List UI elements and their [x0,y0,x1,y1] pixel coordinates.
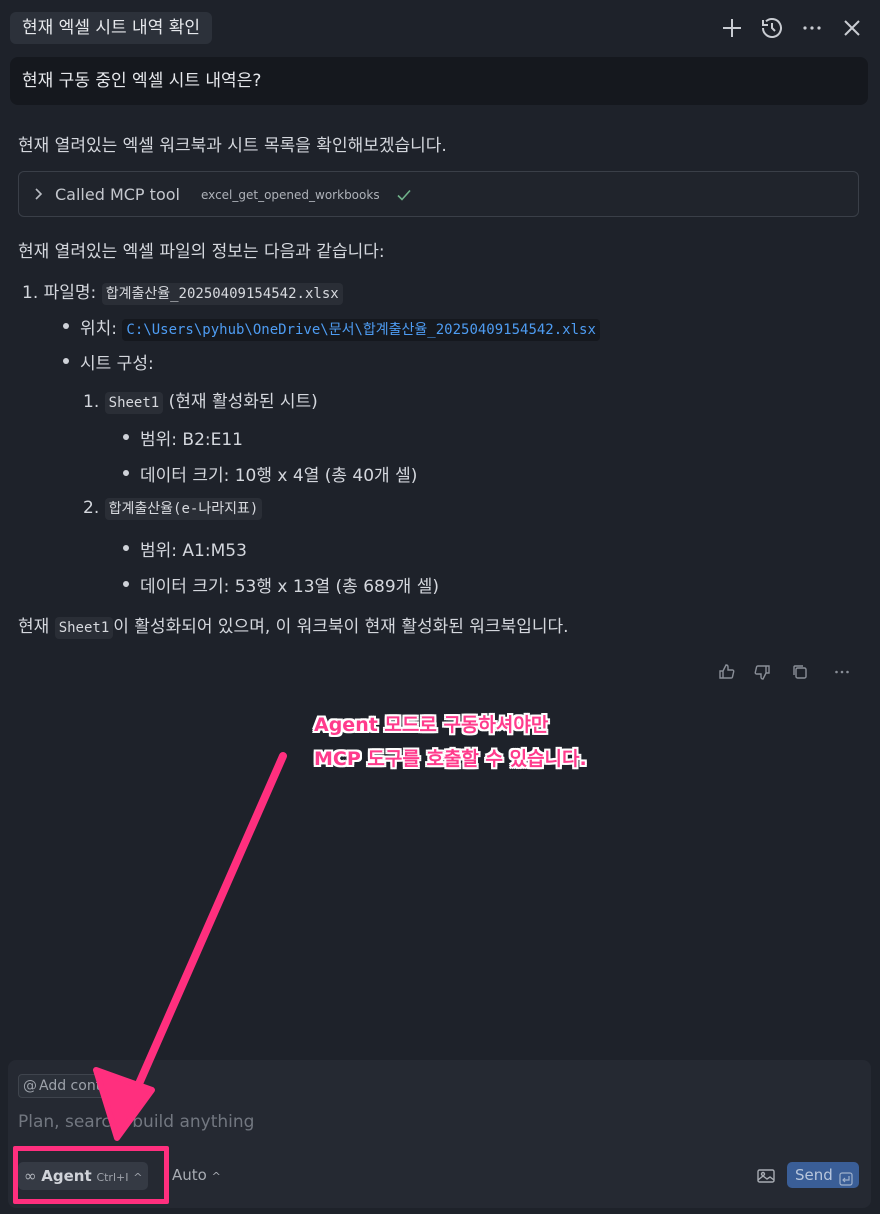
sheet-size: 데이터 크기: 53행 x 13열 (총 689개 셀) [140,577,439,597]
copy-icon[interactable] [791,663,809,683]
sheets-label: 시트 구성: [80,354,154,374]
sheet-name-code: Sheet1 [54,617,114,639]
location-item: 위치: C:\Users\pyhub\OneDrive\문서\합계출산율_202… [80,314,600,341]
file-name-code: 합계출산율_20250409154542.xlsx [101,283,343,305]
sheet-name-code: 합계출산율(e-나라지표) [104,498,263,520]
sheet-list-item: 2. 합계출산율(e-나라지표) [83,498,263,520]
image-icon[interactable] [756,1166,776,1186]
tool-call-name: excel_get_opened_workbooks [201,188,380,202]
list-number: 2. [83,498,100,518]
model-label: Auto [172,1166,207,1184]
location-label: 위치: [80,319,118,339]
sheet-range: 범위: B2:E11 [140,430,243,450]
info-heading: 현재 열려있는 엑셀 파일의 정보는 다음과 같습니다: [18,242,385,262]
list-number: 1. [22,283,39,303]
chevron-right-icon [31,185,47,203]
bullet [123,545,129,551]
file-path-link[interactable]: C:\Users\pyhub\OneDrive\문서\합계출산율_2025040… [122,319,600,341]
user-message[interactable]: 현재 구동 중인 엑셀 시트 내역은? [10,57,868,105]
annotation-line-2: MCP 도구를 호출할 수 있습니다. [314,748,587,770]
response-intro: 현재 열려있는 엑셀 워크북과 시트 목록을 확인해보겠습니다. [18,136,447,156]
at-icon: @ [23,1078,37,1094]
sheet-size: 데이터 크기: 10행 x 4열 (총 40개 셀) [140,466,418,486]
bullet [63,358,69,364]
thumbs-down-icon[interactable] [753,663,771,683]
bullet [123,470,129,476]
close-icon[interactable] [840,16,864,40]
thumbs-up-icon[interactable] [718,663,736,683]
sheet-range: 범위: A1:M53 [140,541,247,561]
add-context-label: Add cont [39,1078,102,1094]
closing-prefix: 현재 [18,617,55,637]
chat-input[interactable]: Plan, search, build anything [18,1112,254,1132]
tool-call-label: Called MCP tool [55,185,180,204]
send-button[interactable]: Send [787,1162,859,1188]
history-icon[interactable] [760,16,784,40]
agent-highlight-box [13,1146,169,1204]
annotation-line-1: Agent 모드로 구동하셔야만 [314,714,549,736]
list-number: 1. [83,392,100,412]
more-icon[interactable] [833,663,851,683]
file-list-item: 1. 파일명: 합계출산율_20250409154542.xlsx [22,278,343,305]
sheet-note: (현재 활성화된 시트) [168,392,318,412]
bullet [123,581,129,587]
conversation-title[interactable]: 현재 엑셀 시트 내역 확인 [10,12,213,44]
bullet [63,323,69,329]
mcp-tool-call[interactable]: Called MCP tool excel_get_opened_workboo… [18,171,859,217]
check-icon [395,186,413,204]
plus-icon[interactable] [720,16,744,40]
file-label: 파일명: [43,283,97,303]
enter-icon [839,1168,853,1186]
closing-text: 현재 Sheet1 이 활성화되어 있으며, 이 워크북이 현재 활성화된 워크북… [18,612,569,639]
model-selector[interactable]: Auto ^ [172,1166,221,1184]
header: 현재 엑셀 시트 내역 확인 [0,0,880,56]
closing-suffix: 이 활성화되어 있으며, 이 워크북이 현재 활성화된 워크북입니다. [113,617,569,637]
more-icon[interactable] [800,16,824,40]
sheet-name-code: Sheet1 [104,392,164,414]
chevron-up-icon: ^ [211,1170,221,1183]
bullet [123,434,129,440]
sheet-list-item: 1. Sheet1 (현재 활성화된 시트) [83,387,318,414]
send-label: Send [795,1166,833,1184]
add-context-button[interactable]: @ Add cont [18,1074,109,1098]
